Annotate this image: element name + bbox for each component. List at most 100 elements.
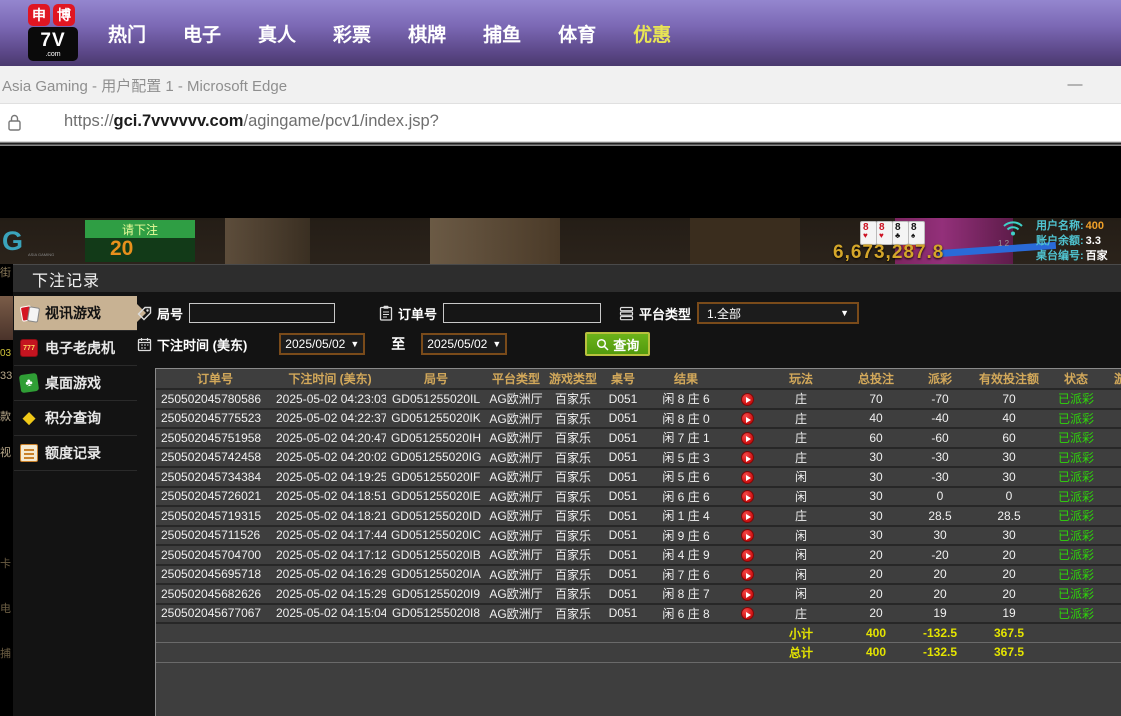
- nav-item[interactable]: 彩票: [333, 20, 371, 47]
- document-icon: [20, 444, 38, 462]
- nav-item[interactable]: 电子: [183, 20, 221, 47]
- nav-item[interactable]: 捕鱼: [483, 20, 521, 47]
- sidebar-item-label: 额度记录: [45, 443, 101, 463]
- nav-item[interactable]: 真人: [258, 20, 296, 47]
- column-header: 派彩: [918, 369, 962, 389]
- table-row[interactable]: 250502045711526 2025-05-02 04:17:44 GD05…: [156, 526, 1121, 546]
- table-row[interactable]: 250502045682626 2025-05-02 04:15:29 GD05…: [156, 584, 1121, 604]
- date-from-value: 2025/05/02: [285, 337, 345, 351]
- records-table-container[interactable]: 订单号下注时间 (美东)局号平台类型游戏类型桌号结果玩法总投注派彩有效投注额状态…: [155, 368, 1121, 716]
- table-row[interactable]: 250502045677067 2025-05-02 04:15:04 GD05…: [156, 604, 1121, 624]
- backdrop-left-strip: 0333款视卡电捕街: [0, 264, 13, 716]
- modal-title: 下注记录: [32, 267, 100, 291]
- table-row[interactable]: 250502045775523 2025-05-02 04:22:37 GD05…: [156, 409, 1121, 429]
- date-from-select[interactable]: 2025/05/02 ▼: [279, 333, 365, 355]
- column-header: 游戏: [1096, 369, 1121, 389]
- sidebar-item-label: 桌面游戏: [45, 373, 101, 393]
- summary-rows: 小计 400 -132.5 367.5 总计 400 -132.5 367.5: [156, 623, 1121, 662]
- table-row[interactable]: 250502045734384 2025-05-02 04:19:25 GD05…: [156, 467, 1121, 487]
- table-row[interactable]: 250502045751958 2025-05-02 04:20:47 GD05…: [156, 428, 1121, 448]
- play-video-button[interactable]: [741, 412, 754, 425]
- bet-records-modal-header: 下注记录: [13, 264, 1121, 292]
- column-header: 总投注: [834, 369, 918, 389]
- gem-icon: ◆: [20, 409, 38, 427]
- sidebar-item-slots[interactable]: 777 电子老虎机: [14, 331, 137, 366]
- bet-time-label: 下注时间 (美东): [157, 335, 247, 354]
- platform-type-label: 平台类型: [639, 304, 691, 323]
- sidebar-item-points-query[interactable]: ◆ 积分查询: [14, 401, 137, 436]
- ag-brand-letter: G: [2, 226, 23, 257]
- sidebar-item-live-games[interactable]: 视讯游戏: [14, 296, 137, 331]
- table-index-numbers: 1 2: [998, 238, 1009, 249]
- table-row[interactable]: 250502045719315 2025-05-02 04:18:21 GD05…: [156, 506, 1121, 526]
- account-info-line: 账户余额:3.3: [1036, 234, 1121, 249]
- play-video-button[interactable]: [741, 451, 754, 464]
- play-video-button[interactable]: [741, 529, 754, 542]
- jackpot-amount: 6,673,287.8: [833, 242, 944, 264]
- account-info-panel: 用户名称:400账户余额:3.3桌台编号:百家: [1036, 219, 1121, 264]
- play-video-button[interactable]: [741, 588, 754, 601]
- total-label: 总计: [768, 643, 834, 663]
- page-content: G ASIA GAMING 请下注 20 8♥8♥8♣8♠ 6,673,287.…: [0, 146, 1121, 716]
- backdrop-text-fragment: 视: [0, 444, 11, 460]
- table-row[interactable]: 250502045742458 2025-05-02 04:20:02 GD05…: [156, 448, 1121, 468]
- play-video-button[interactable]: [741, 490, 754, 503]
- nav-item[interactable]: 棋牌: [408, 20, 446, 47]
- backdrop-text-fragment: 卡: [0, 555, 11, 571]
- calendar-icon: [137, 337, 152, 352]
- play-video-button[interactable]: [741, 568, 754, 581]
- platform-type-select[interactable]: 1.全部 ▼: [697, 302, 859, 324]
- play-video-button[interactable]: [741, 549, 754, 562]
- lobby-blur-shape: [690, 218, 800, 264]
- total-payout: -132.5: [918, 643, 962, 663]
- logo-square-1: 申: [28, 4, 50, 26]
- cards-icon: [20, 304, 38, 322]
- play-video-button[interactable]: [741, 607, 754, 620]
- table-row[interactable]: 250502045704700 2025-05-02 04:17:12 GD05…: [156, 545, 1121, 565]
- total-row: 总计 400 -132.5 367.5: [156, 643, 1121, 663]
- logo-main-text: 7V: [40, 31, 65, 50]
- play-video-button[interactable]: [741, 510, 754, 523]
- logo-square-2: 博: [53, 4, 75, 26]
- chevron-down-icon: ▼: [350, 339, 359, 349]
- date-to-select[interactable]: 2025/05/02 ▼: [421, 333, 507, 355]
- round-number-input[interactable]: [189, 303, 335, 323]
- site-navbar: 申 博 7V .com 热门 电子 真人 彩票 棋牌 捕鱼 体育 优惠: [0, 0, 1121, 66]
- url-text[interactable]: https://gci.7vvvvvv.com/agingame/pcv1/in…: [64, 112, 439, 131]
- order-number-input[interactable]: [443, 303, 601, 323]
- backdrop-text-fragment: 电: [0, 600, 11, 616]
- column-header: [726, 369, 768, 389]
- lock-icon: [6, 113, 23, 132]
- table-row[interactable]: 250502045695718 2025-05-02 04:16:29 GD05…: [156, 565, 1121, 585]
- column-header: 局号: [386, 369, 486, 389]
- search-button[interactable]: 查询: [585, 332, 650, 356]
- play-video-button[interactable]: [741, 393, 754, 406]
- screen: 申 博 7V .com 热门 电子 真人 彩票 棋牌 捕鱼 体育 优惠 Asia Gaming…: [0, 0, 1121, 716]
- url-bar[interactable]: https://gci.7vvvvvv.com/agingame/pcv1/in…: [0, 104, 1121, 141]
- lobby-backdrop: G ASIA GAMING 请下注 20 8♥8♥8♣8♠ 6,673,287.…: [0, 218, 1121, 264]
- date-to-value: 2025/05/02: [427, 337, 487, 351]
- tag-icon: [137, 306, 152, 321]
- round-number-label: 局号: [157, 304, 183, 323]
- bet-records-modal-body: 视讯游戏 777 电子老虎机 ♣ 桌面游戏 ◆ 积分查询 额度记录: [13, 292, 1121, 716]
- nav-item[interactable]: 优惠: [633, 20, 671, 47]
- filter-panel: 局号 订单号 平台类型 1.全部 ▼: [137, 292, 1121, 368]
- url-scheme: https://: [64, 112, 114, 130]
- subtotal-payout: -132.5: [918, 623, 962, 643]
- column-header: 桌号: [600, 369, 646, 389]
- table-row[interactable]: 250502045780586 2025-05-02 04:23:03 GD05…: [156, 389, 1121, 409]
- column-header: 玩法: [768, 369, 834, 389]
- nav-item[interactable]: 热门: [108, 20, 146, 47]
- play-video-button[interactable]: [741, 471, 754, 484]
- table-row[interactable]: 250502045726021 2025-05-02 04:18:51 GD05…: [156, 487, 1121, 507]
- sidebar-item-table-games[interactable]: ♣ 桌面游戏: [14, 366, 137, 401]
- total-valid-bet: 367.5: [962, 643, 1056, 663]
- site-logo[interactable]: 申 博 7V .com: [14, 2, 92, 64]
- minimize-button[interactable]: —: [1063, 72, 1087, 96]
- nav-item[interactable]: 体育: [558, 20, 596, 47]
- ag-brand-subtext: ASIA GAMING: [28, 252, 54, 257]
- window-titlebar: Asia Gaming - 用户配置 1 - Microsoft Edge —: [0, 66, 1121, 104]
- play-video-button[interactable]: [741, 432, 754, 445]
- lobby-blur-shape: [430, 218, 560, 264]
- sidebar-item-quota-records[interactable]: 额度记录: [14, 436, 137, 471]
